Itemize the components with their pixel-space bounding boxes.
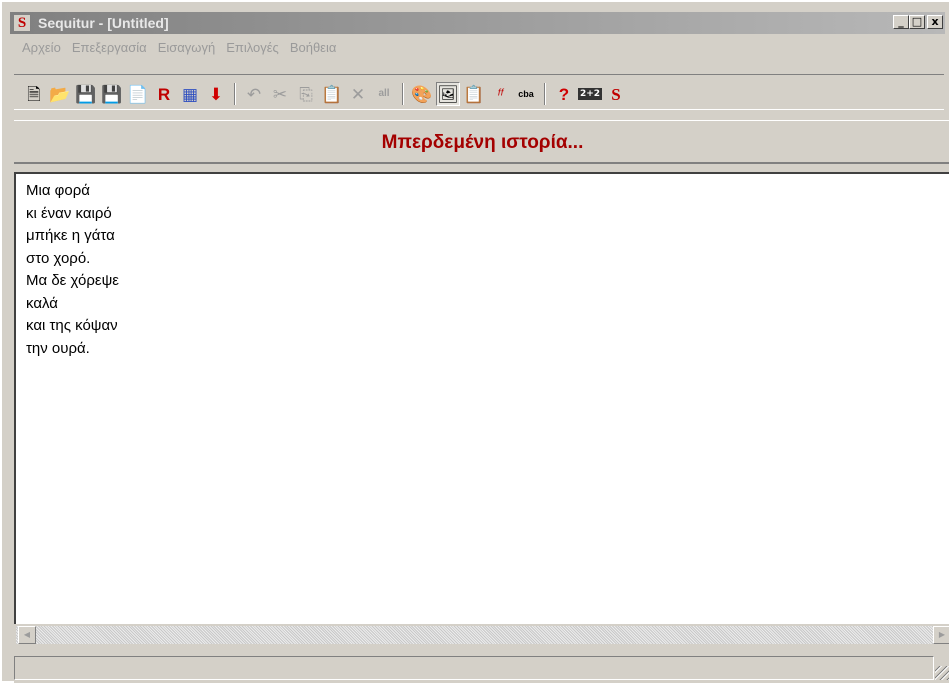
menu-bar: Αρχείο Επεξεργασία Εισαγωγή Επιλογές Βοή… [20,40,343,60]
select-all-icon: all [378,88,390,99]
text-line: καλά [26,294,58,312]
toolbar-separator [402,83,404,105]
reverse-text-button[interactable]: cba [514,82,538,106]
right-arrow-icon: ▶ [938,630,946,639]
document-list-button[interactable]: 📋 [462,82,486,106]
menu-help[interactable]: Βοήθεια [286,40,344,60]
toolbar-separator [234,83,236,105]
fonts-icon: ᶠᶠ [497,86,503,102]
reverse-text-icon: cba [518,88,534,99]
heading-panel: Μπερδεμένη ιστορία... [14,120,949,164]
save-as-icon: 💾 [101,84,123,104]
r-marker-button[interactable]: R [152,82,176,106]
open-folder-icon: 📂 [49,84,71,104]
resize-grip-icon[interactable] [935,666,949,680]
undo-button[interactable]: ↶ [242,82,266,106]
status-bar [14,654,949,683]
app-window: S Sequitur - [Untitled] _ □ x Αρχείο Επε… [0,0,949,683]
toolbar-row: 🗎 📂 💾 💾 📄 R ▦ ⬇ ↶ ✂ ⎘ 📋 ✕ all 🎨 🖼 📋 ᶠᶠ c… [22,81,630,107]
menu-file[interactable]: Αρχείο [20,40,68,60]
menu-options[interactable]: Επιλογές [222,40,286,60]
horizontal-scrollbar[interactable]: ◀ ▶ [16,626,949,644]
save-as-button[interactable]: 💾 [100,82,124,106]
save-icon: 💾 [75,84,97,104]
text-editor[interactable]: Μια φορά κι έναν καιρό μπήκε η γάτα στο … [14,172,949,624]
paste-icon: 📋 [321,84,343,104]
title-bar[interactable]: S Sequitur - [Untitled] _ □ x [10,12,945,34]
sequitur-logo-button[interactable]: S [604,82,628,106]
delete-icon: ✕ [350,84,366,104]
caption-buttons: _ □ x [893,15,943,31]
undo-icon: ↶ [246,84,262,104]
menu-insert[interactable]: Εισαγωγή [154,40,222,60]
shuffle-button[interactable]: ▦ [178,82,202,106]
palette-button[interactable]: 🎨 [410,82,434,106]
cut-icon: ✂ [272,84,288,104]
down-arrow-icon: ⬇ [208,84,224,104]
text-line: στο χορό. [26,249,91,267]
sequitur-logo-icon: S [611,84,621,104]
new-file-icon: 🗎 [27,84,41,104]
sentence-icon: 📄 [127,84,149,104]
copy-button[interactable]: ⎘ [294,82,318,106]
scroll-left-button[interactable]: ◀ [18,626,36,644]
text-line: Μια φορά [26,182,90,199]
save-button[interactable]: 💾 [74,82,98,106]
toolbar: 🗎 📂 💾 💾 📄 R ▦ ⬇ ↶ ✂ ⎘ 📋 ✕ all 🎨 🖼 📋 ᶠᶠ c… [14,74,944,110]
left-arrow-icon: ◀ [23,630,31,639]
window-title: Sequitur - [Untitled] [38,15,169,31]
fonts-button[interactable]: ᶠᶠ [488,82,512,106]
paste-button[interactable]: 📋 [320,82,344,106]
sentence-button[interactable]: 📄 [126,82,150,106]
display-mode-icon: 🖼 [437,84,459,104]
scroll-right-button[interactable]: ▶ [933,626,949,644]
help-icon: ? [558,84,570,104]
help-button[interactable]: ? [552,82,576,106]
text-line: και της κόψαν [26,317,118,334]
open-button[interactable]: 📂 [48,82,72,106]
text-line: κι έναν καιρό [26,204,112,222]
palette-icon: 🎨 [411,84,433,104]
document-list-icon: 📋 [463,84,485,104]
down-arrow-button[interactable]: ⬇ [204,82,228,106]
cut-button[interactable]: ✂ [268,82,292,106]
status-panel [14,656,934,680]
math-button[interactable]: 2+2 [577,82,603,106]
text-line: την ουρά. [26,339,90,357]
maximize-button[interactable]: □ [909,15,925,29]
story-heading: Μπερδεμένη ιστορία... [381,132,584,153]
new-file-button[interactable]: 🗎 [22,82,46,106]
copy-icon: ⎘ [299,84,313,104]
editor-content[interactable]: Μια φορά κι έναν καιρό μπήκε η γάτα στο … [26,180,119,360]
close-button[interactable]: x [927,15,943,29]
random-shuffle-icon: ▦ [181,84,199,104]
minimize-button[interactable]: _ [893,15,909,29]
r-marker-icon: R [157,84,171,104]
menu-edit[interactable]: Επεξεργασία [68,40,154,60]
select-all-button[interactable]: all [372,82,396,106]
math-icon: 2+2 [577,88,603,100]
text-line: μπήκε η γάτα [26,227,115,244]
delete-button[interactable]: ✕ [346,82,370,106]
text-line: Μα δε χόρεψε [26,272,119,289]
toolbar-separator [544,83,546,105]
app-icon[interactable]: S [13,14,31,32]
display-mode-button[interactable]: 🖼 [436,82,460,106]
